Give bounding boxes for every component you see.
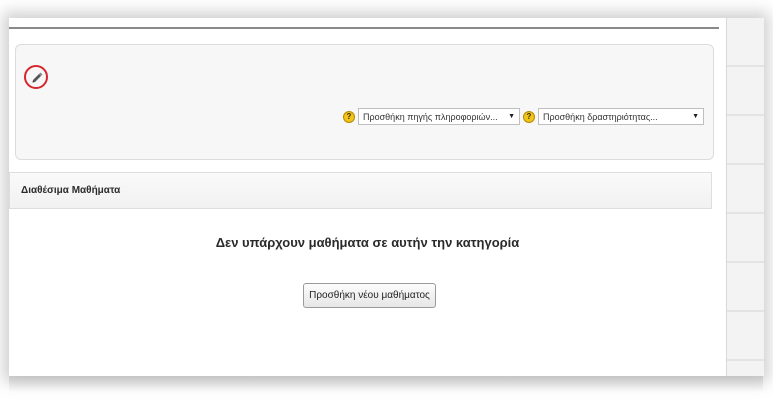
add-resource-select[interactable]: Προσθήκη πηγής πληροφοριών... ▼ (358, 108, 520, 125)
add-new-course-button[interactable]: Προσθήκη νέου μαθήματος (303, 283, 436, 308)
edit-highlight-ring (24, 65, 48, 89)
right-gutter (726, 18, 764, 376)
page-content: ? Προσθήκη πηγής πληροφοριών... ▼ ? Προσ… (9, 29, 726, 376)
available-courses-header: Διαθέσιμα Μαθήματα (9, 172, 712, 209)
add-selectors-row: ? Προσθήκη πηγής πληροφοριών... ▼ ? Προσ… (343, 108, 704, 125)
add-activity-select[interactable]: Προσθήκη δραστηριότητας... ▼ (538, 108, 704, 125)
no-courses-message: Δεν υπάρχουν μαθήματα σε αυτήν την κατηγ… (215, 235, 520, 250)
course-topic-block: ? Προσθήκη πηγής πληροφοριών... ▼ ? Προσ… (15, 44, 714, 160)
edit-icon[interactable] (30, 70, 44, 84)
help-icon[interactable]: ? (343, 110, 355, 123)
bottom-shadow-edge (9, 376, 763, 392)
chevron-down-icon: ▼ (508, 113, 515, 120)
help-icon[interactable]: ? (523, 110, 535, 123)
add-resource-label: Προσθήκη πηγής πληροφοριών... (363, 111, 498, 122)
add-activity-label: Προσθήκη δραστηριότητας... (543, 111, 658, 122)
chevron-down-icon: ▼ (692, 113, 699, 120)
